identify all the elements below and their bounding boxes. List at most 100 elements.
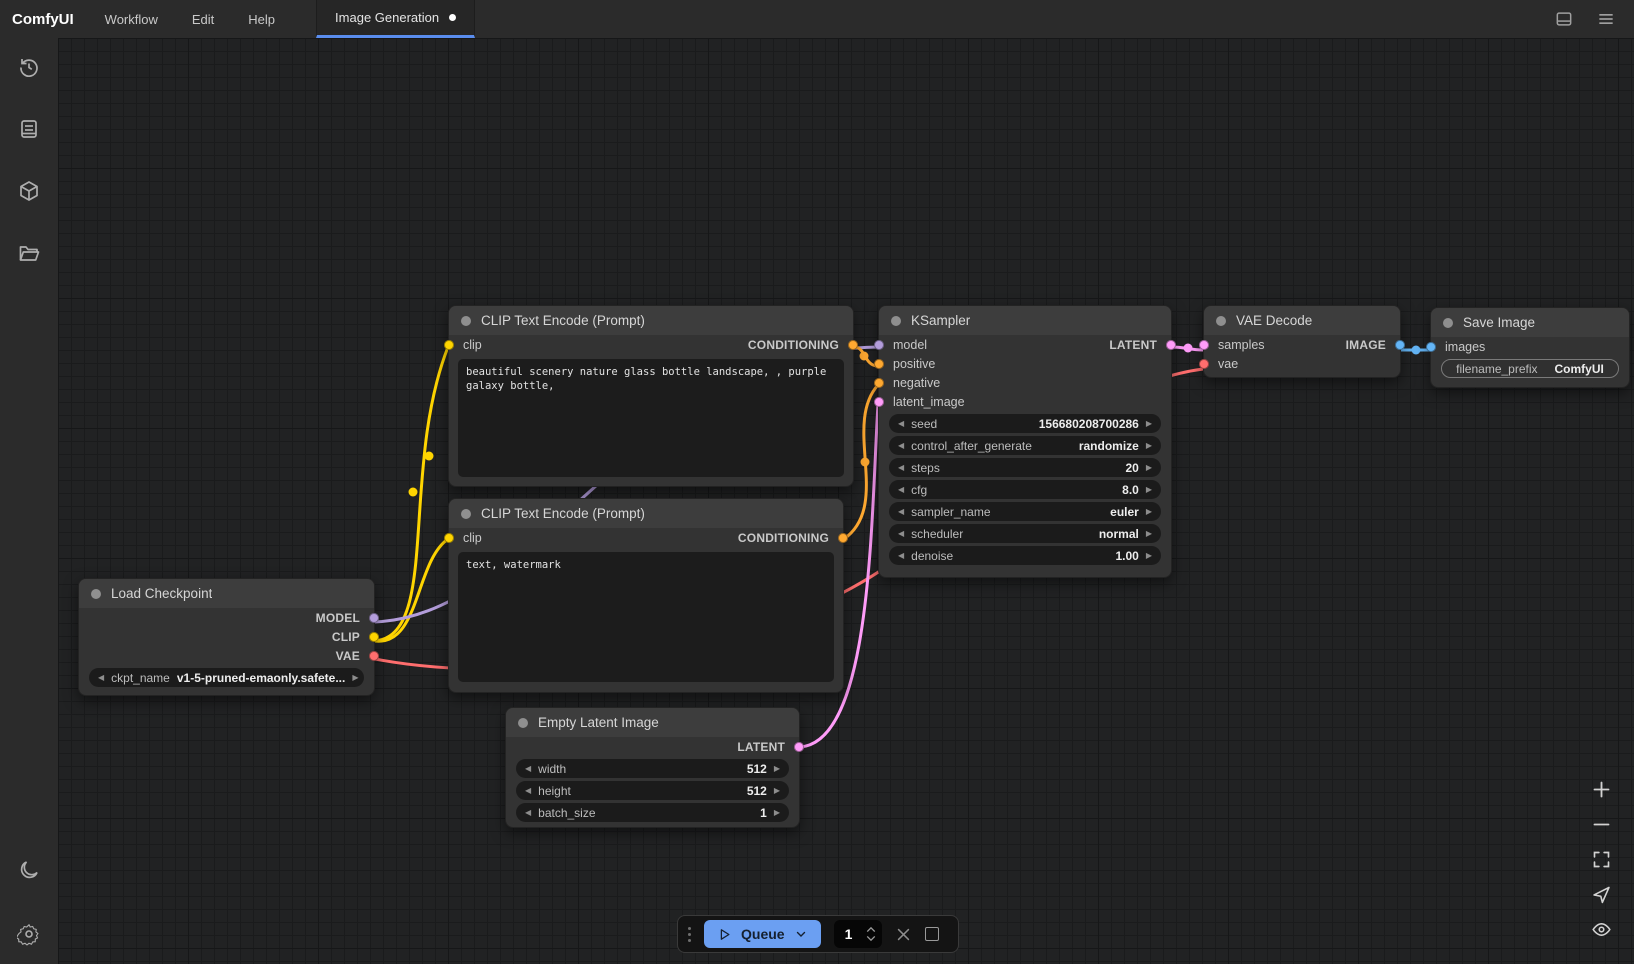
output-slot-clip[interactable]: [369, 632, 379, 642]
tab-image-generation[interactable]: Image Generation: [316, 0, 475, 38]
widget-batch-size[interactable]: batch_size 1: [516, 803, 789, 822]
queue-button[interactable]: Queue: [704, 920, 821, 948]
decrement-arrow-icon[interactable]: [898, 508, 904, 516]
increment-arrow-icon[interactable]: [774, 765, 780, 773]
node-ksampler[interactable]: KSampler model LATENT positive negative …: [878, 305, 1172, 578]
output-slot-latent[interactable]: [1166, 340, 1176, 350]
input-slot-clip[interactable]: [444, 340, 454, 350]
zoom-in-icon[interactable]: [1591, 779, 1612, 800]
node-load-checkpoint[interactable]: Load Checkpoint MODEL CLIP VAE ckpt_name…: [78, 578, 375, 696]
decrement-arrow-icon[interactable]: [525, 765, 531, 773]
input-slot-clip[interactable]: [444, 533, 454, 543]
decrement-arrow-icon[interactable]: [898, 420, 904, 428]
node-vae-decode[interactable]: VAE Decode samples IMAGE vae: [1203, 305, 1401, 378]
stepper-down-icon[interactable]: [866, 935, 876, 942]
output-slot-conditioning[interactable]: [848, 340, 858, 350]
collapse-dot[interactable]: [518, 718, 528, 728]
workflows-folder-icon[interactable]: [17, 241, 41, 265]
output-slot-latent[interactable]: [794, 742, 804, 752]
node-header[interactable]: Empty Latent Image: [506, 708, 799, 737]
node-header[interactable]: CLIP Text Encode (Prompt): [449, 499, 843, 528]
increment-arrow-icon[interactable]: [1146, 486, 1152, 494]
output-slot-image[interactable]: [1395, 340, 1405, 350]
node-header[interactable]: KSampler: [879, 306, 1171, 335]
node-header[interactable]: Save Image: [1431, 308, 1629, 337]
widget-scheduler[interactable]: scheduler normal: [889, 524, 1161, 543]
widget-ckpt-name[interactable]: ckpt_name v1-5-pruned-emaonly.safete...: [89, 668, 364, 687]
increment-arrow-icon[interactable]: [1146, 464, 1152, 472]
input-slot-model[interactable]: [874, 340, 884, 350]
widget-width[interactable]: width 512: [516, 759, 789, 778]
increment-arrow-icon[interactable]: [1146, 508, 1152, 516]
stepper-up-icon[interactable]: [866, 926, 876, 933]
positive-prompt-textarea[interactable]: beautiful scenery nature glass bottle la…: [458, 359, 844, 477]
collapse-dot[interactable]: [461, 316, 471, 326]
input-slot-latent-image[interactable]: [874, 397, 884, 407]
collapse-dot[interactable]: [1216, 316, 1226, 326]
stop-icon[interactable]: [925, 927, 939, 941]
increment-arrow-icon[interactable]: [352, 674, 358, 682]
node-graph-canvas[interactable]: [58, 38, 1634, 964]
node-header[interactable]: VAE Decode: [1204, 306, 1400, 335]
decrement-arrow-icon[interactable]: [525, 809, 531, 817]
increment-arrow-icon[interactable]: [774, 787, 780, 795]
menu-help[interactable]: Help: [231, 0, 292, 38]
chevron-down-icon[interactable]: [794, 927, 808, 941]
decrement-arrow-icon[interactable]: [898, 486, 904, 494]
widget-height[interactable]: height 512: [516, 781, 789, 800]
zoom-out-icon[interactable]: [1591, 814, 1612, 835]
decrement-arrow-icon[interactable]: [898, 530, 904, 538]
input-slot-images[interactable]: [1426, 342, 1436, 352]
drag-handle[interactable]: [688, 927, 691, 942]
output-slot-conditioning[interactable]: [838, 533, 848, 543]
decrement-arrow-icon[interactable]: [898, 442, 904, 450]
widget-denoise[interactable]: denoise 1.00: [889, 546, 1161, 565]
batch-count-steppers[interactable]: [866, 926, 882, 942]
increment-arrow-icon[interactable]: [1146, 420, 1152, 428]
logs-icon[interactable]: [17, 117, 41, 141]
decrement-arrow-icon[interactable]: [98, 674, 104, 682]
input-slot-negative[interactable]: [874, 378, 884, 388]
theme-toggle-moon-icon[interactable]: [17, 858, 41, 882]
input-slot-vae[interactable]: [1199, 359, 1209, 369]
increment-arrow-icon[interactable]: [1146, 442, 1152, 450]
negative-prompt-textarea[interactable]: text, watermark: [458, 552, 834, 682]
collapse-dot[interactable]: [1443, 318, 1453, 328]
increment-arrow-icon[interactable]: [1146, 530, 1152, 538]
decrement-arrow-icon[interactable]: [525, 787, 531, 795]
node-library-cube-icon[interactable]: [17, 179, 41, 203]
hamburger-menu-icon[interactable]: [1596, 9, 1616, 29]
toggle-bottom-panel-icon[interactable]: [1554, 9, 1574, 29]
history-icon[interactable]: [17, 55, 41, 79]
collapse-dot[interactable]: [91, 589, 101, 599]
node-clip-text-encode-negative[interactable]: CLIP Text Encode (Prompt) clip CONDITION…: [448, 498, 844, 693]
batch-count-input[interactable]: 1: [834, 920, 882, 948]
decrement-arrow-icon[interactable]: [898, 552, 904, 560]
node-clip-text-encode-positive[interactable]: CLIP Text Encode (Prompt) clip CONDITION…: [448, 305, 854, 487]
pointer-mode-icon[interactable]: [1591, 884, 1612, 905]
input-slot-samples[interactable]: [1199, 340, 1209, 350]
menu-edit[interactable]: Edit: [175, 0, 231, 38]
node-empty-latent-image[interactable]: Empty Latent Image LATENT width 512 heig…: [505, 707, 800, 828]
widget-steps[interactable]: steps 20: [889, 458, 1161, 477]
widget-control-after-generate[interactable]: control_after_generate randomize: [889, 436, 1161, 455]
increment-arrow-icon[interactable]: [1146, 552, 1152, 560]
node-save-image[interactable]: Save Image images filename_prefix ComfyU…: [1430, 307, 1630, 388]
widget-seed[interactable]: seed 156680208700286: [889, 414, 1161, 433]
fit-view-icon[interactable]: [1591, 849, 1612, 870]
clear-queue-x-icon[interactable]: [895, 926, 912, 943]
menu-workflow[interactable]: Workflow: [88, 0, 175, 38]
widget-cfg[interactable]: cfg 8.0: [889, 480, 1161, 499]
decrement-arrow-icon[interactable]: [898, 464, 904, 472]
increment-arrow-icon[interactable]: [774, 809, 780, 817]
output-slot-vae[interactable]: [369, 651, 379, 661]
settings-gear-icon[interactable]: [17, 922, 41, 946]
output-slot-model[interactable]: [369, 613, 379, 623]
widget-sampler-name[interactable]: sampler_name euler: [889, 502, 1161, 521]
input-slot-positive[interactable]: [874, 359, 884, 369]
collapse-dot[interactable]: [461, 509, 471, 519]
toggle-visibility-eye-icon[interactable]: [1591, 919, 1612, 940]
node-header[interactable]: Load Checkpoint: [79, 579, 374, 608]
node-header[interactable]: CLIP Text Encode (Prompt): [449, 306, 853, 335]
widget-filename-prefix[interactable]: filename_prefix ComfyUI: [1441, 359, 1619, 378]
